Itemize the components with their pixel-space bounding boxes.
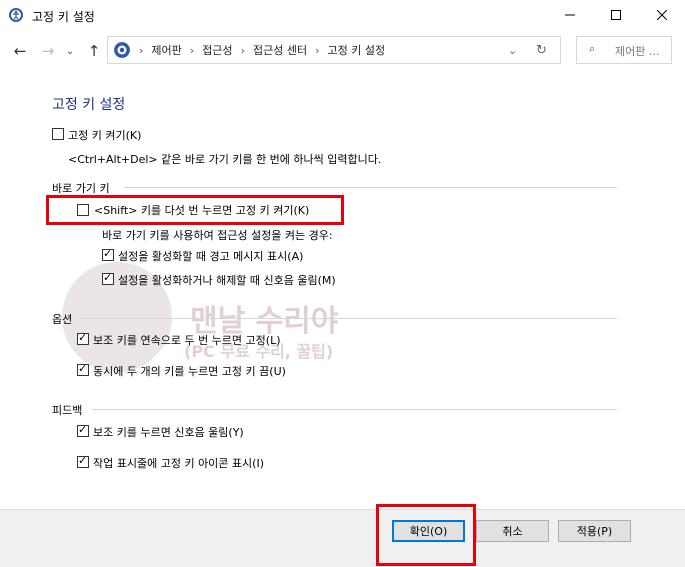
turn-off-checkbox[interactable] xyxy=(77,362,89,376)
description-text: <Ctrl+Alt+Del> 같은 바로 가기 키를 한 번에 하나씩 입력합니… xyxy=(68,153,382,166)
breadcrumb-accessibility[interactable]: 접근성 xyxy=(202,42,232,58)
divider xyxy=(92,409,617,410)
lock-modifier-label[interactable]: 보조 키를 연속으로 두 번 누르면 고정(L) xyxy=(93,332,281,348)
breadcrumb-ease-of-access-center[interactable]: 접근성 센터 xyxy=(253,42,307,58)
apply-button[interactable]: 적용(P) xyxy=(558,520,631,542)
back-button[interactable]: ← xyxy=(10,41,30,61)
sticky-keys-checkbox[interactable] xyxy=(52,128,64,140)
maximize-button[interactable] xyxy=(593,0,639,30)
forward-arrow-icon: → xyxy=(41,42,55,60)
control-panel-icon xyxy=(114,42,130,58)
section-options-title: 옵션 xyxy=(52,313,73,326)
search-placeholder: 제어판 ... xyxy=(615,45,660,58)
up-arrow-icon: ↑ xyxy=(87,42,101,60)
shift-shortcut-label[interactable]: <Shift> 키를 다섯 번 누르면 고정 키 켜기(K) xyxy=(94,202,309,218)
turn-off-label[interactable]: 동시에 두 개의 키를 누르면 고정 키 끔(U) xyxy=(93,363,286,379)
ok-button[interactable]: 확인(O) xyxy=(392,520,465,542)
taskbar-icon-label[interactable]: 작업 표시줄에 고정 키 아이콘 표시(I) xyxy=(93,455,264,471)
chevron-right-icon: › xyxy=(139,43,144,57)
chevron-right-icon: › xyxy=(240,43,245,57)
warning-message-checkbox[interactable] xyxy=(102,247,114,261)
beep-checkbox[interactable] xyxy=(77,423,89,437)
chevron-down-icon: ⌄ xyxy=(65,45,75,57)
section-shortcut-title: 바로 가기 키 xyxy=(52,182,110,195)
close-button[interactable] xyxy=(639,0,685,30)
divider xyxy=(80,318,617,319)
refresh-icon[interactable]: ↻ xyxy=(536,43,547,58)
sound-toggle-label[interactable]: 설정을 활성화하거나 해제할 때 신호음 울림(M) xyxy=(118,272,336,288)
up-button[interactable]: ↑ xyxy=(84,41,104,61)
taskbar-icon-checkbox[interactable] xyxy=(77,454,89,468)
chevron-right-icon: › xyxy=(315,43,320,57)
address-bar[interactable]: › 제어판 › 접근성 › 접근성 센터 › 고정 키 설정 ⌄ ↻ xyxy=(107,36,561,64)
window-title: 고정 키 설정 xyxy=(32,10,95,24)
sticky-keys-label[interactable]: 고정 키 켜기(K) xyxy=(68,127,141,143)
breadcrumb-sticky-keys[interactable]: 고정 키 설정 xyxy=(327,42,385,58)
section-feedback-title: 피드백 xyxy=(52,404,83,417)
minimize-icon xyxy=(565,14,575,16)
maximize-icon xyxy=(611,10,621,20)
close-icon xyxy=(657,10,667,20)
back-arrow-icon: ← xyxy=(13,42,27,60)
lock-modifier-checkbox[interactable] xyxy=(77,331,89,345)
title-bar: 고정 키 설정 xyxy=(0,0,685,31)
ease-of-access-icon xyxy=(9,8,23,22)
cancel-button[interactable]: 취소 xyxy=(476,520,549,542)
minimize-button[interactable] xyxy=(547,0,593,30)
recent-locations-button[interactable]: ⌄ xyxy=(60,41,80,61)
search-input[interactable]: ⌕ 제어판 ... xyxy=(576,36,672,64)
shortcut-note: 바로 가기 키를 사용하여 접근성 설정을 켜는 경우: xyxy=(102,229,333,242)
warning-message-label[interactable]: 설정을 활성화할 때 경고 메시지 표시(A) xyxy=(118,248,303,264)
address-dropdown-icon[interactable]: ⌄ xyxy=(508,44,517,57)
breadcrumb-control-panel[interactable]: 제어판 xyxy=(151,42,181,58)
divider xyxy=(124,187,617,188)
search-icon: ⌕ xyxy=(589,42,596,55)
chevron-right-icon: › xyxy=(189,43,195,57)
sound-toggle-checkbox[interactable] xyxy=(102,271,114,285)
shift-shortcut-checkbox[interactable] xyxy=(77,204,89,216)
forward-button[interactable]: → xyxy=(38,41,58,61)
beep-label[interactable]: 보조 키를 누르면 신호음 울림(Y) xyxy=(93,424,244,440)
page-title: 고정 키 설정 xyxy=(52,97,126,113)
